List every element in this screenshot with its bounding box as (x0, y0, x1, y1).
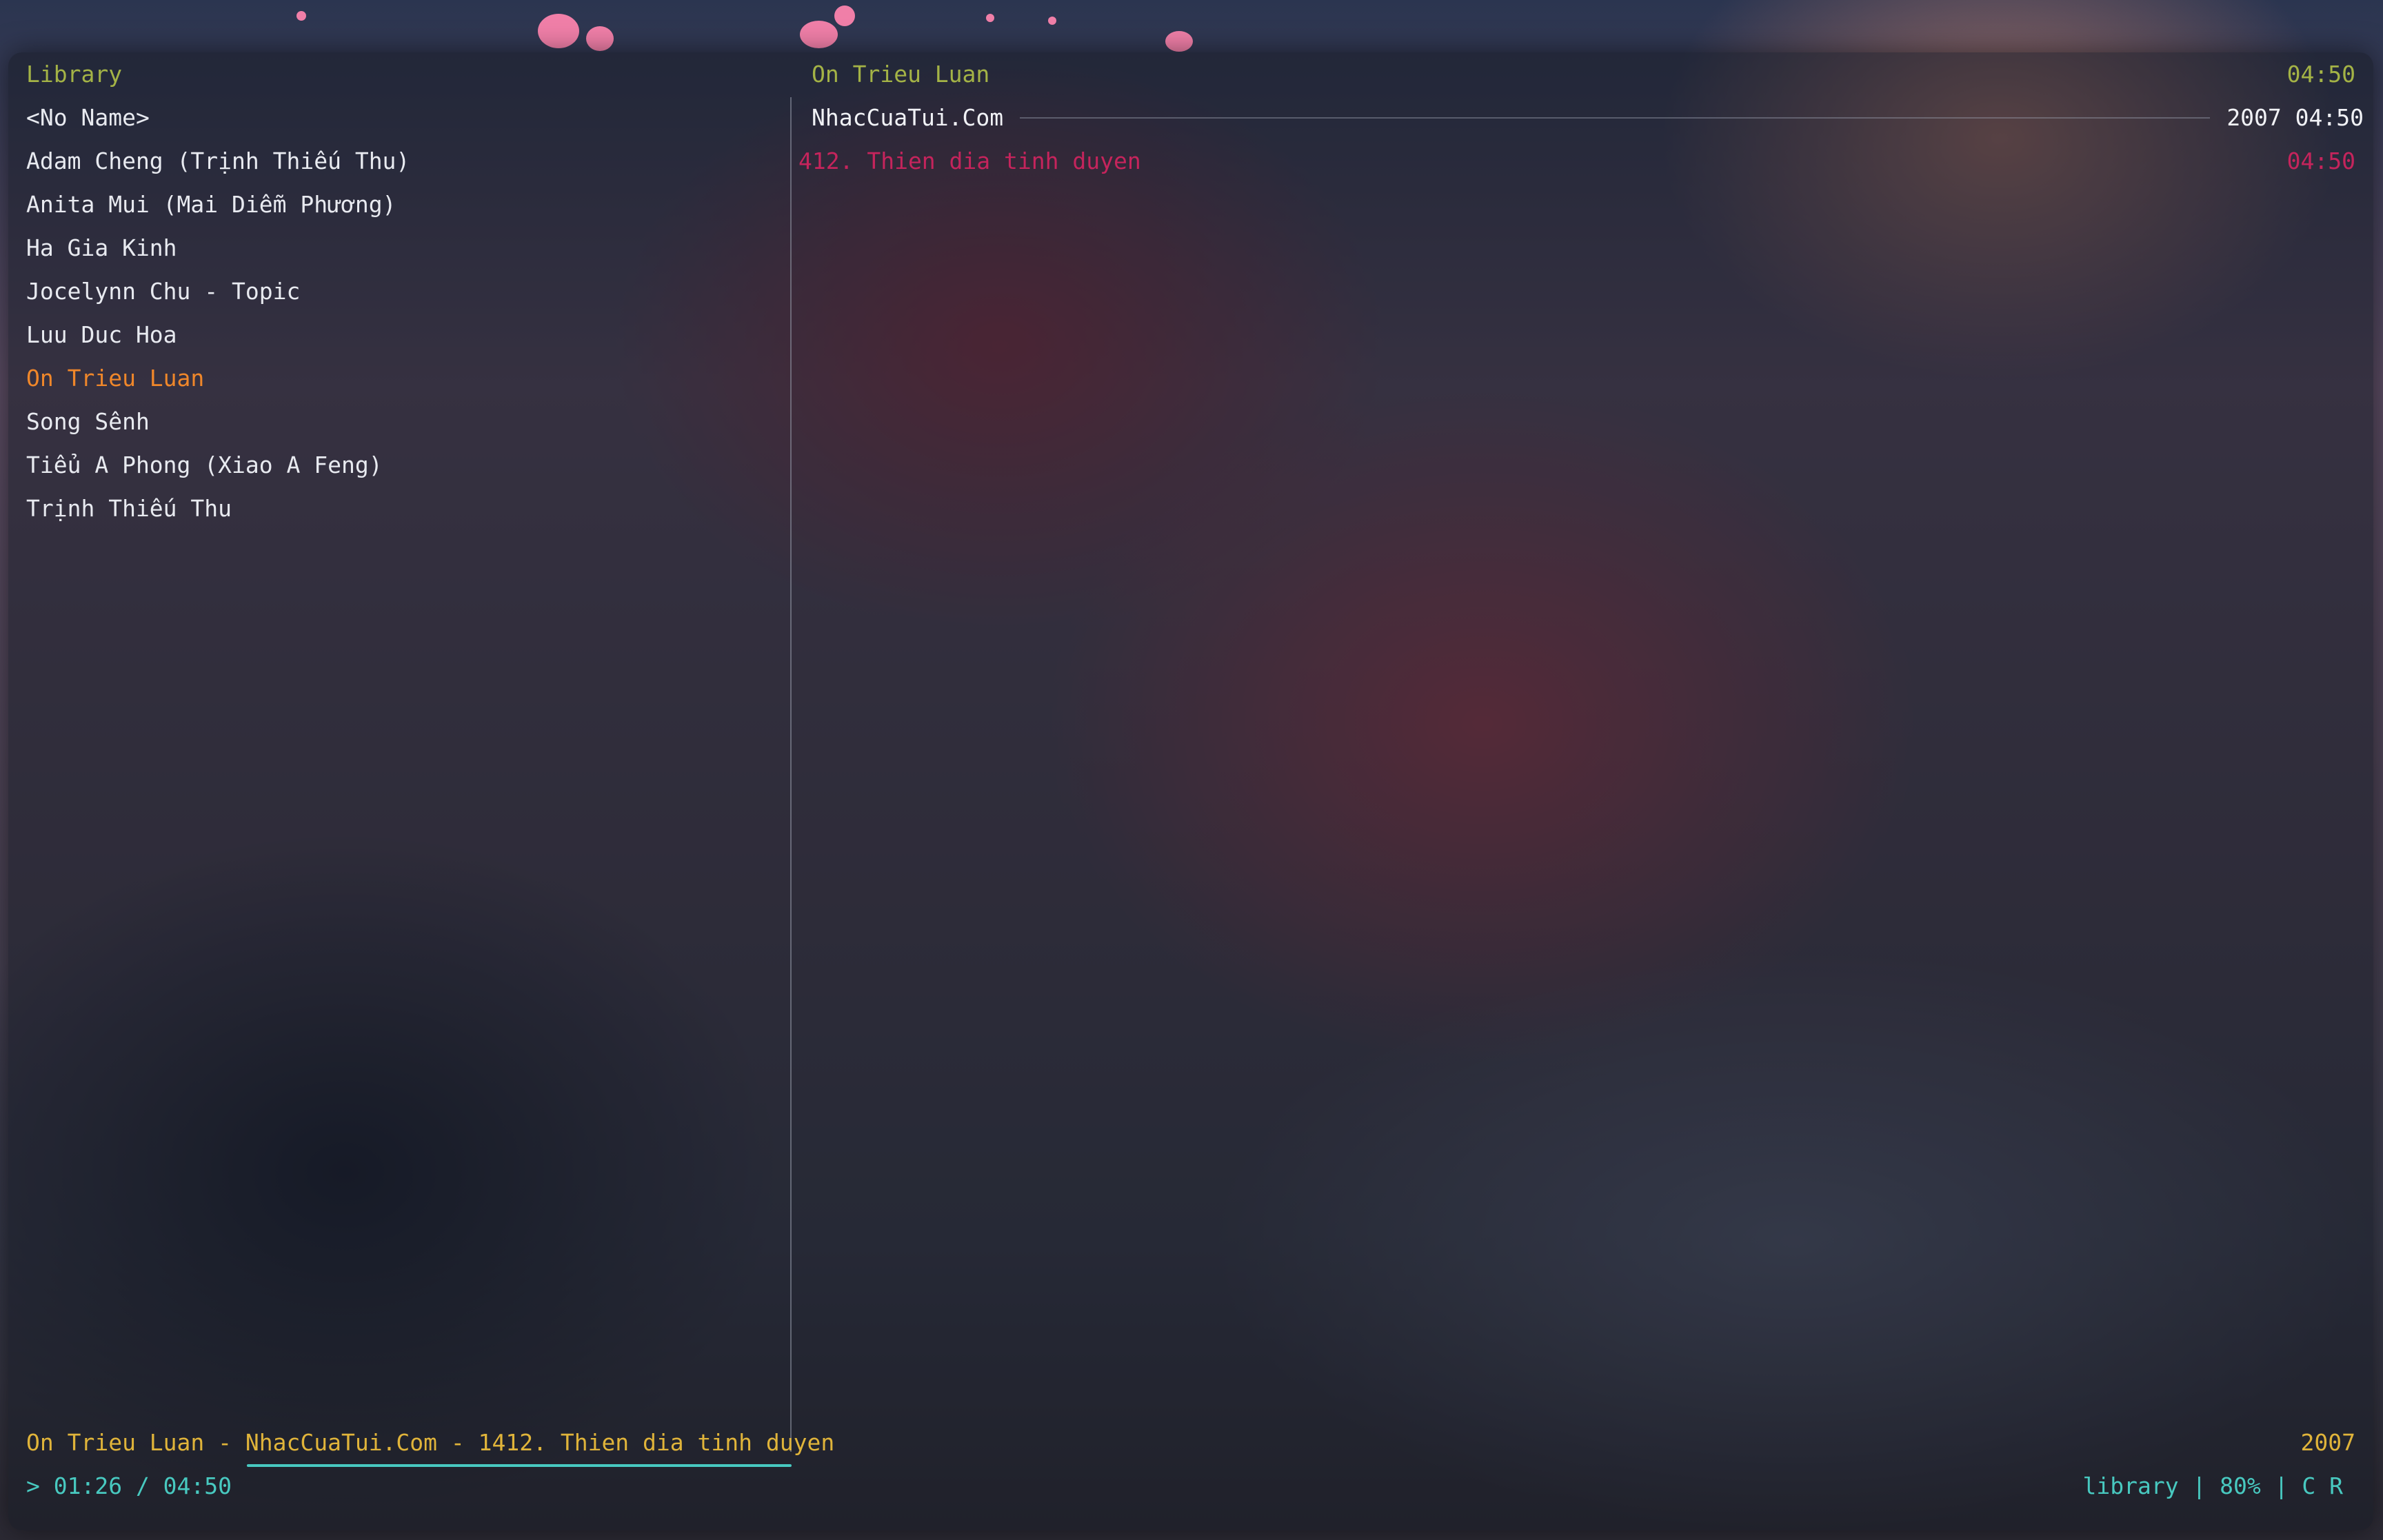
status-indicators: library | 80% | C R (2082, 1472, 2344, 1499)
library-item[interactable]: Adam Cheng (Trịnh Thiếu Thu) (26, 139, 410, 183)
track-title: 412. Thien dia tinh duyen (798, 148, 1141, 174)
library-item[interactable]: Jocelynn Chu - Topic (26, 270, 300, 313)
album-header[interactable]: NhacCuaTui.Com 2007 04:50 (812, 96, 2364, 139)
album-name: NhacCuaTui.Com (812, 104, 1004, 131)
pane-divider (790, 97, 792, 1452)
track-duration: 04:50 (2286, 148, 2355, 174)
library-item-selected[interactable]: On Trieu Luan (26, 356, 204, 400)
library-item[interactable]: Tiểu A Phong (Xiao A Feng) (26, 443, 383, 487)
now-playing-line: On Trieu Luan - NhacCuaTui.Com - 1412. T… (26, 1429, 835, 1456)
album-rule (1020, 116, 2211, 119)
library-pane-title: Library (26, 61, 123, 88)
album-year-duration: 2007 04:50 (2226, 104, 2364, 131)
library-item[interactable]: Ha Gia Kinh (26, 226, 177, 270)
now-playing-year: 2007 (2300, 1429, 2355, 1456)
artist-pane-title: On Trieu Luan (812, 61, 990, 88)
terminal-window: Library <No Name> Adam Cheng (Trịnh Thiế… (8, 52, 2373, 1530)
library-item[interactable]: <No Name> (26, 96, 150, 139)
playback-progress-bar[interactable] (247, 1464, 792, 1467)
library-item[interactable]: Song Sênh (26, 400, 150, 443)
library-item[interactable]: Anita Mui (Mai Diễm Phương) (26, 183, 396, 226)
playback-time: > 01:26 / 04:50 (26, 1472, 232, 1499)
library-item[interactable]: Trịnh Thiếu Thu (26, 487, 232, 530)
library-item[interactable]: Luu Duc Hoa (26, 313, 177, 356)
track-row-playing[interactable]: 412. Thien dia tinh duyen 04:50 (798, 139, 2355, 183)
artist-total-duration: 04:50 (2286, 61, 2355, 88)
